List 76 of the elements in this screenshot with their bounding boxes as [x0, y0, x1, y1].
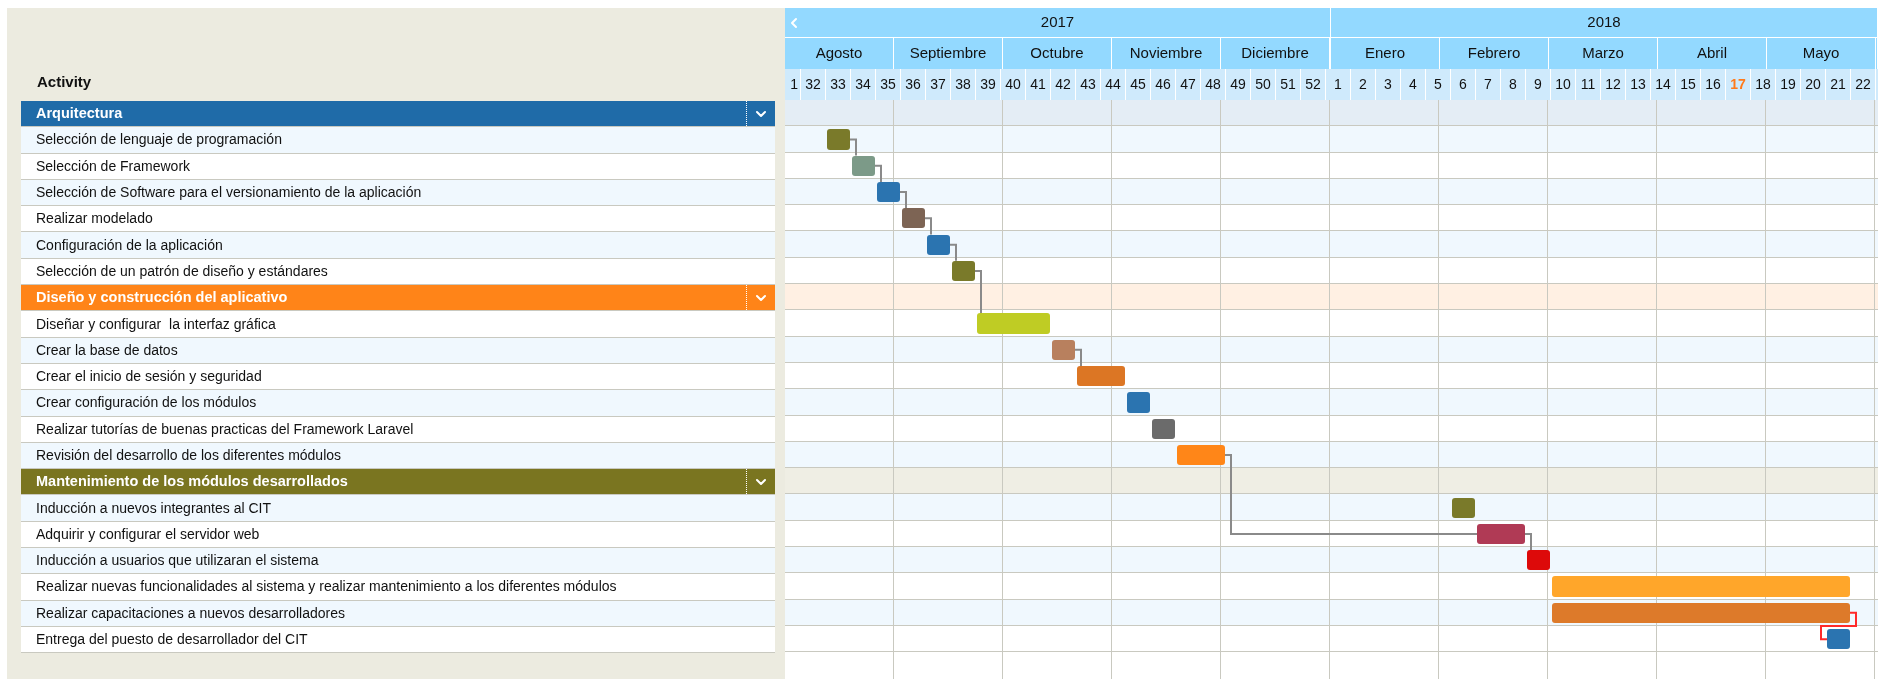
activity-header: Activity	[37, 71, 92, 92]
task-name: Crear la base de datos	[35, 340, 178, 360]
task-name: Inducción a nuevos integrantes al CIT	[35, 498, 272, 518]
task-row[interactable]: Selección de Software para el versionamiento de la aplicación	[21, 179, 775, 207]
connector-line	[949, 243, 957, 262]
connector-line	[874, 164, 882, 183]
task-bar[interactable]	[927, 234, 950, 255]
task-bar[interactable]	[877, 181, 900, 203]
task-name: Selección de Software para el versionamiento de la aplicación	[35, 183, 422, 203]
connector-line	[1524, 532, 1532, 552]
task-row[interactable]: Configuración de la aplicación	[21, 232, 775, 259]
task-row[interactable]: Crear la base de datos	[21, 337, 775, 364]
task-name: Crear el inicio de sesión y seguridad	[35, 367, 262, 387]
task-bar[interactable]	[952, 260, 975, 282]
task-name: Configuración de la aplicación	[35, 235, 223, 255]
month-header: Marzo	[1549, 38, 1658, 69]
task-row[interactable]: Inducción a nuevos integrantes al CIT	[21, 495, 775, 522]
task-row[interactable]: Realizar nuevas funcionalidades al sistema y realizar mantenimiento a los diferentes módulos	[21, 574, 775, 601]
task-row[interactable]: Selección de lenguaje de programación	[21, 127, 775, 154]
task-row[interactable]: Revisión del desarrollo de los diferentes módulos	[21, 442, 775, 470]
task-row[interactable]: Realizar modelado	[21, 206, 775, 233]
month-header: Septiembre	[894, 38, 1003, 69]
task-bar[interactable]	[1552, 602, 1850, 623]
task-bar[interactable]	[1152, 418, 1175, 439]
group-name: Arquitectura	[35, 103, 124, 123]
year-header: 2018	[1331, 8, 1877, 38]
task-name: Revisión del desarrollo de los diferentes módulos	[35, 446, 342, 465]
task-bar[interactable]	[1452, 497, 1475, 518]
task-bar[interactable]	[1477, 523, 1525, 545]
year-header: 2017	[785, 8, 1330, 38]
task-row[interactable]: Crear configuración de los módulos	[21, 390, 775, 417]
group-name: Diseño y construcción del aplicativo	[35, 287, 289, 307]
month-header: Mayo	[1767, 38, 1876, 69]
connector-line	[1820, 611, 1857, 641]
task-bar[interactable]	[902, 208, 925, 229]
connector-line	[924, 217, 932, 236]
task-name: Diseñar y configurar la interfaz gráfica	[35, 314, 276, 334]
task-bar[interactable]	[852, 155, 875, 176]
connector-line	[899, 191, 907, 210]
task-row[interactable]: Selección de un patrón de diseño y estándares	[21, 258, 775, 286]
task-bar[interactable]	[1827, 629, 1850, 650]
task-bar[interactable]	[1077, 366, 1125, 387]
task-name: Selección de un patrón de diseño y estándares	[35, 261, 328, 281]
month-header: Diciembre	[1221, 38, 1330, 69]
group-row[interactable]: Mantenimiento de los módulos desarrollados	[21, 469, 775, 496]
task-row[interactable]: Realizar tutorías de buenas practicas del Framework Laravel	[21, 416, 775, 443]
connector-line	[849, 138, 857, 157]
month-header: Abril	[1658, 38, 1767, 69]
task-name: Realizar tutorías de buenas practicas del Framework Laravel	[35, 419, 414, 439]
month-header: Octubre	[1003, 38, 1112, 69]
task-row[interactable]: Diseñar y configurar la interfaz gráfica	[21, 311, 775, 338]
task-name: Realizar nuevas funcionalidades al sistema y realizar mantenimiento a los diferentes módulos	[35, 577, 617, 597]
task-name: Selección de lenguaje de programación	[35, 130, 282, 150]
task-name: Inducción a usuarios que utilizaran el sistema	[35, 551, 319, 571]
task-row[interactable]: Selección de Framework	[21, 153, 775, 180]
task-name: Entrega del puesto de desarrollador del CIT	[35, 630, 308, 650]
task-name: Adquirir y configurar el servidor web	[35, 524, 260, 544]
month-header: Noviembre	[1112, 38, 1221, 69]
task-row[interactable]: Inducción a usuarios que utilizaran el sistema	[21, 548, 775, 575]
month-header: Febrero	[1440, 38, 1549, 69]
task-row[interactable]: Crear el inicio de sesión y seguridad	[21, 363, 775, 391]
month-header: Agosto	[785, 38, 894, 69]
task-row[interactable]: Entrega del puesto de desarrollador del CIT	[21, 626, 775, 654]
month-header: Enero	[1331, 38, 1440, 69]
group-name: Mantenimiento de los módulos desarrollados	[35, 471, 349, 491]
connector-line	[1074, 348, 1082, 367]
task-name: Realizar capacitaciones a nuevos desarrolladores	[35, 603, 345, 623]
task-bar[interactable]	[1052, 339, 1075, 360]
task-bar[interactable]	[1527, 550, 1550, 571]
task-row[interactable]: Adquirir y configurar el servidor web	[21, 521, 775, 549]
task-name: Selección de Framework	[35, 156, 191, 176]
task-row[interactable]: Realizar capacitaciones a nuevos desarrolladores	[21, 600, 775, 627]
task-name: Realizar modelado	[35, 209, 153, 229]
group-row[interactable]: Arquitectura	[21, 101, 775, 128]
task-name: Crear configuración de los módulos	[35, 393, 257, 413]
connector-line	[974, 269, 982, 315]
